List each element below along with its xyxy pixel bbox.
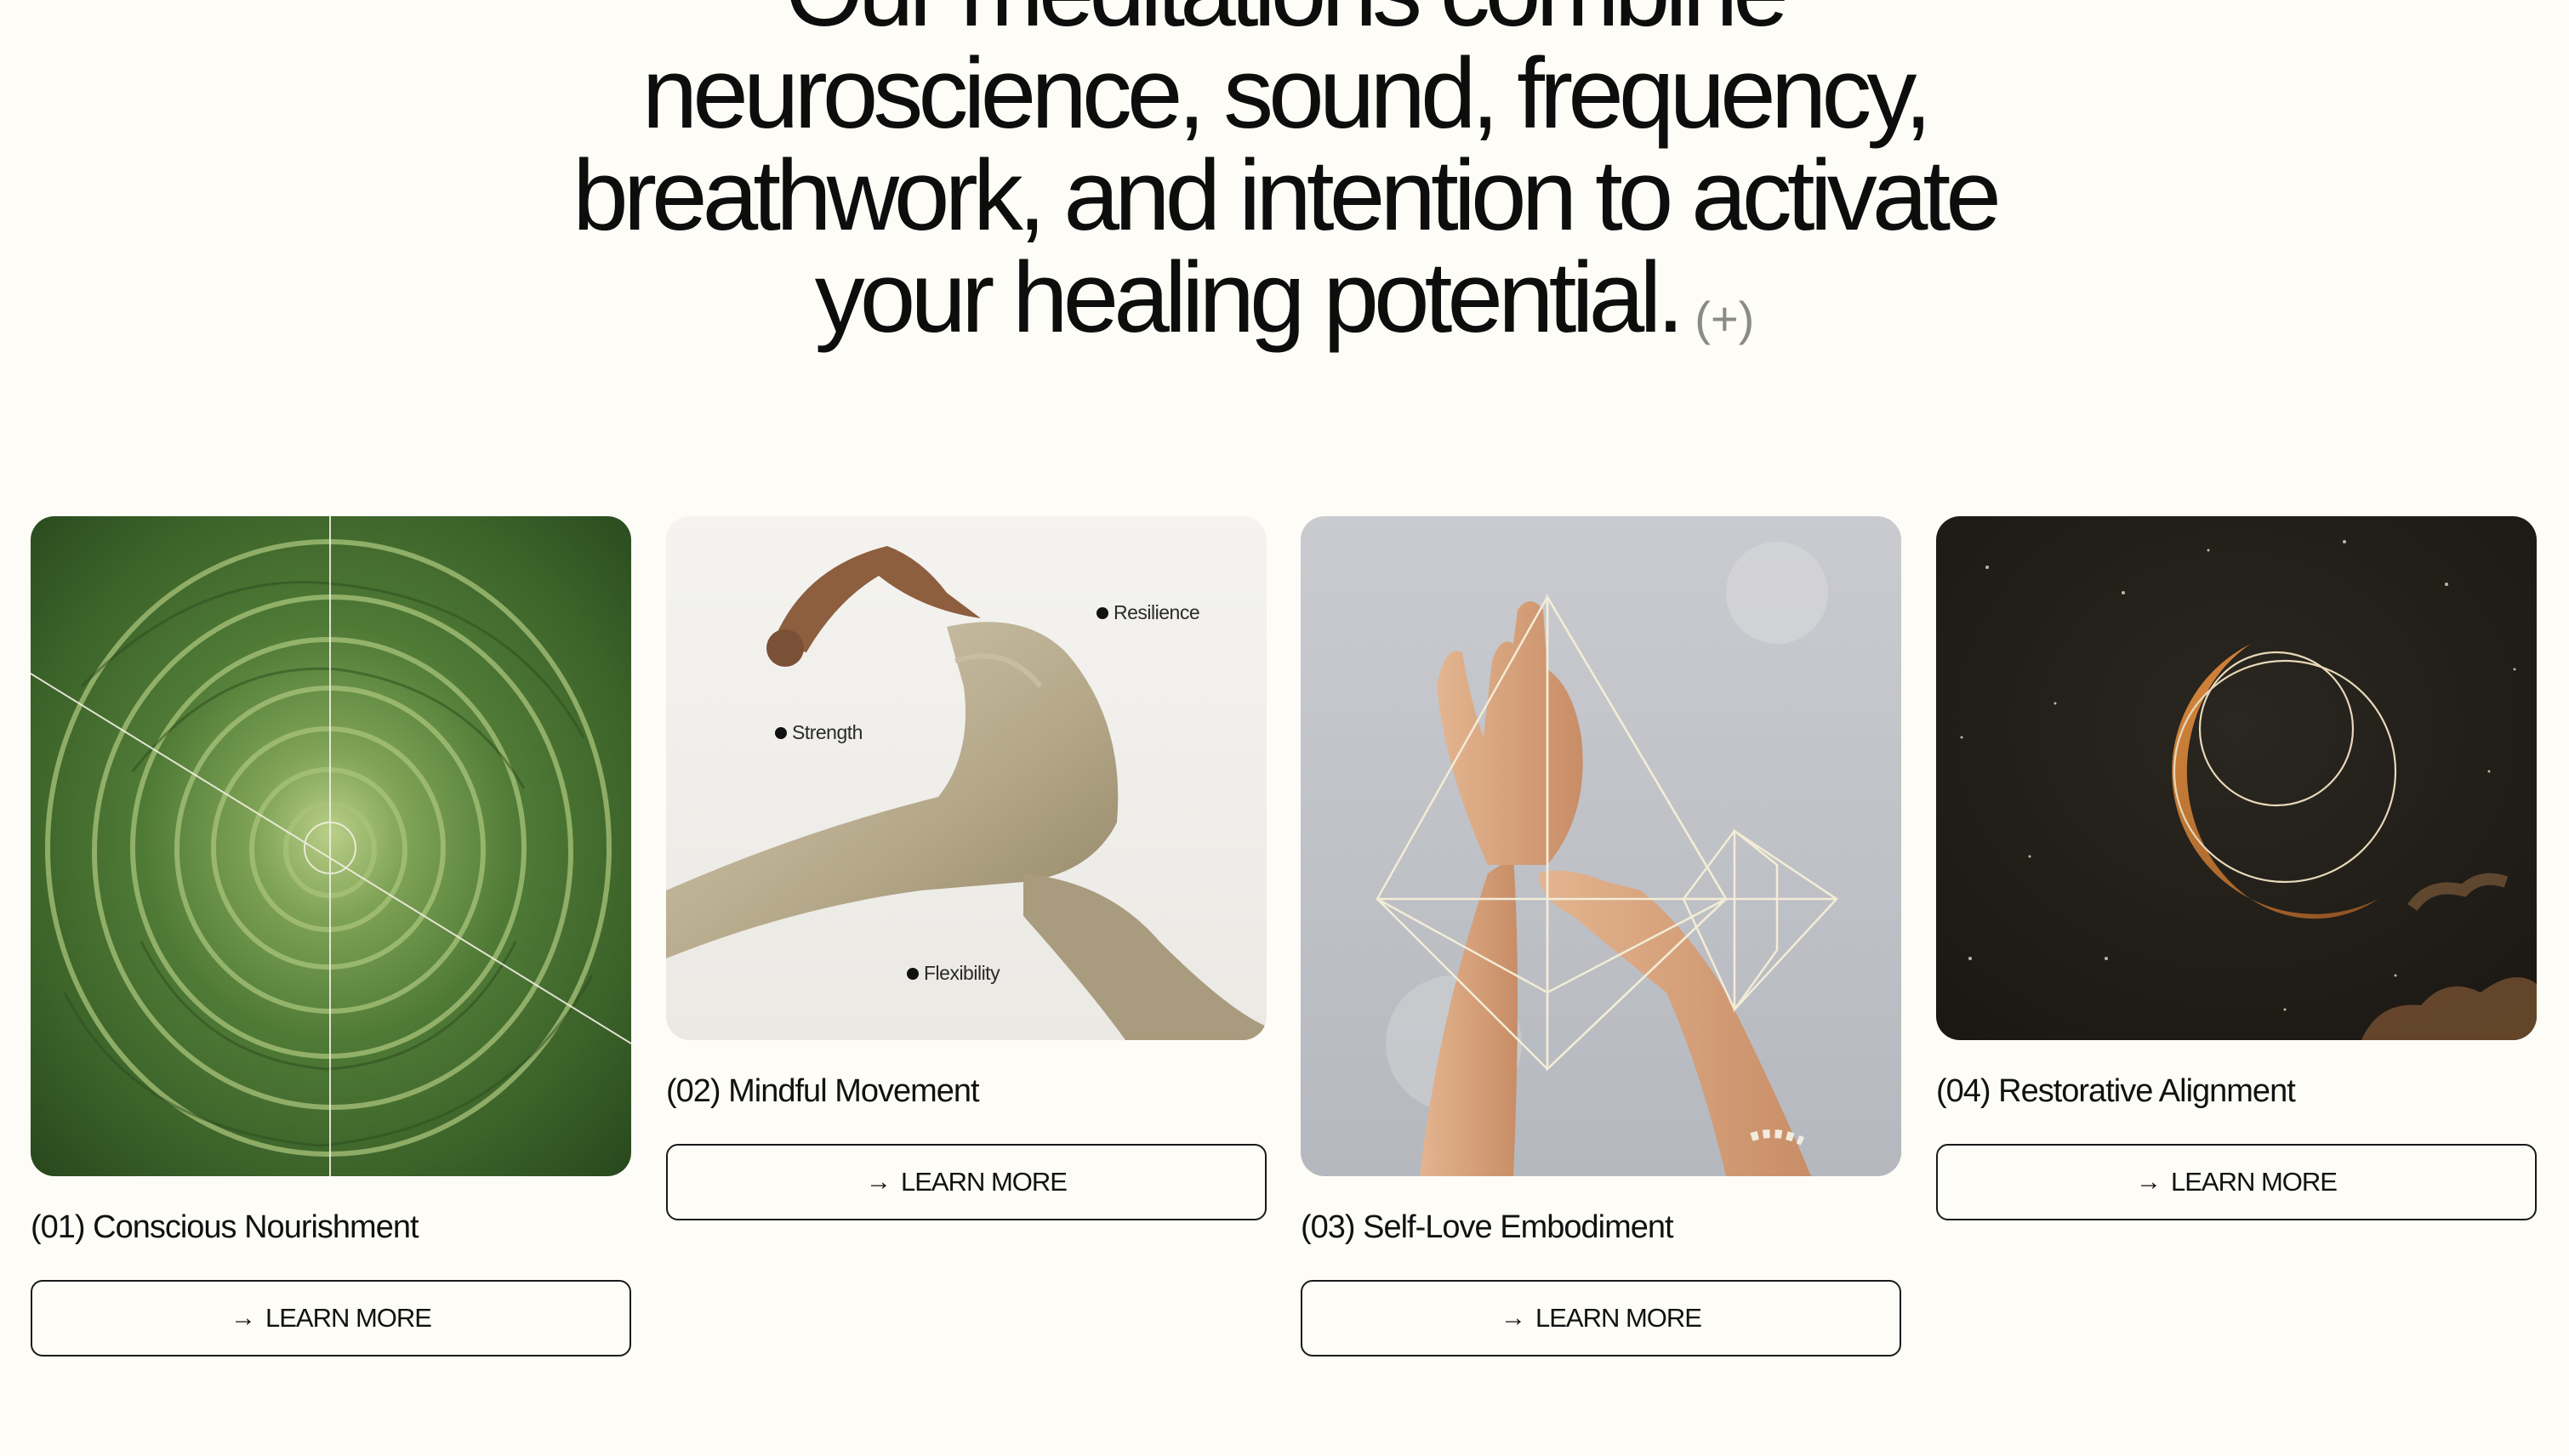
arrow-right-icon: →: [1501, 1304, 1526, 1332]
headline-line-3: breathwork, and intention to activate: [572, 139, 2002, 252]
card-title: (03) Self-Love Embodiment: [1301, 1209, 1674, 1245]
card-conscious-nourishment: (01) Conscious Nourishment → LEARN MORE: [31, 516, 631, 1356]
card-title: (02) Mindful Movement: [666, 1073, 980, 1109]
tag-label: Resilience: [1114, 601, 1200, 623]
bullet-dot-icon: [775, 726, 787, 739]
arrow-right-icon: →: [2136, 1168, 2162, 1196]
tag-flexibility: Flexibility: [907, 962, 1000, 985]
tag-resilience: Resilience: [1097, 601, 1200, 624]
learn-more-button-3[interactable]: → LEARN MORE: [1301, 1280, 1901, 1356]
hands-image: [1301, 516, 1901, 1176]
card-title: (04) Restorative Alignment: [1936, 1073, 2296, 1109]
hero-section: Our meditations combine neuroscience, so…: [0, 0, 2569, 370]
bullet-dot-icon: [1097, 606, 1108, 619]
moon-image: [1936, 516, 2537, 1040]
card-title: (01) Conscious Nourishment: [31, 1209, 419, 1245]
learn-more-label: LEARN MORE: [901, 1167, 1068, 1197]
tag-label: Strength: [792, 721, 863, 743]
learn-more-label: LEARN MORE: [1535, 1303, 1702, 1333]
arrow-right-icon: →: [231, 1304, 256, 1332]
movement-image: Resilience Strength Flexibility: [666, 516, 1267, 1040]
learn-more-button-2[interactable]: → LEARN MORE: [666, 1144, 1267, 1220]
learn-more-label: LEARN MORE: [265, 1303, 432, 1333]
learn-more-button-1[interactable]: → LEARN MORE: [31, 1280, 631, 1356]
tag-strength: Strength: [775, 721, 863, 744]
card-mindful-movement: Resilience Strength Flexibility (02) Min…: [666, 516, 1267, 1220]
headline-line-4: your healing potential. (+): [0, 247, 2569, 370]
card-self-love-embodiment: (03) Self-Love Embodiment → LEARN MORE: [1301, 516, 1901, 1356]
hero-headline: Our meditations combine neuroscience, so…: [0, 0, 2569, 370]
headline-line-2: neuroscience, sound, frequency,: [641, 37, 1933, 150]
learn-more-button-4[interactable]: → LEARN MORE: [1936, 1144, 2537, 1220]
bullet-dot-icon: [907, 967, 919, 980]
learn-more-label: LEARN MORE: [2171, 1167, 2338, 1197]
cabbage-image: [31, 516, 631, 1176]
tag-label: Flexibility: [924, 962, 1000, 984]
headline-line-1: Our meditations combine: [0, 0, 2569, 43]
arrow-right-icon: →: [866, 1168, 891, 1196]
headline-line-4-text: your healing potential.: [814, 242, 1685, 354]
card-restorative-alignment: (04) Restorative Alignment → LEARN MORE: [1936, 516, 2537, 1220]
expand-plus-toggle[interactable]: (+): [1695, 292, 1754, 345]
